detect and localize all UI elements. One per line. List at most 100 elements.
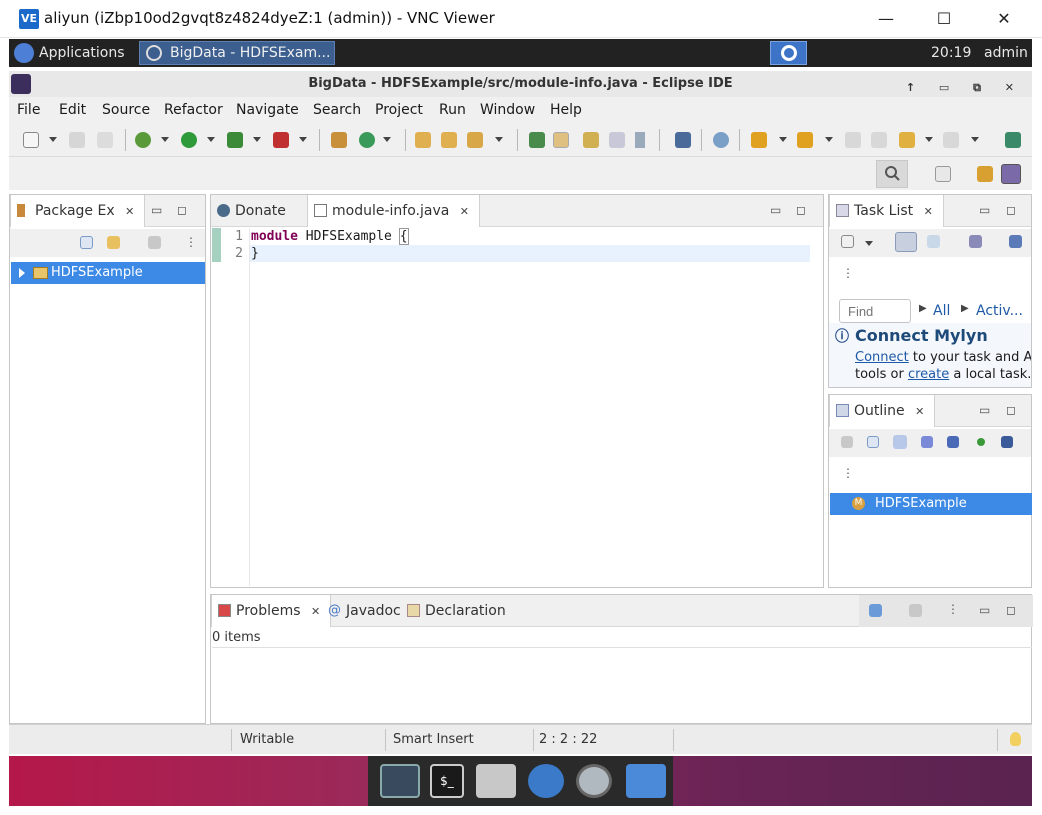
home-folder-icon[interactable]	[476, 764, 516, 798]
maximize-icon[interactable]: ◻	[1006, 603, 1016, 617]
collapse-all-icon[interactable]	[867, 436, 879, 448]
activate-task-link[interactable]: Activ...	[976, 303, 1023, 319]
vnc-minimize-button[interactable]: —	[866, 6, 906, 32]
maximize-icon[interactable]: ◻	[1006, 403, 1016, 417]
sort-icon[interactable]	[893, 435, 907, 449]
maximize-icon[interactable]: ◻	[796, 203, 806, 217]
save-icon[interactable]	[69, 132, 85, 148]
open-type-icon[interactable]	[415, 132, 431, 148]
tab-javadoc[interactable]: @ Javadoc	[322, 595, 411, 627]
project-tree-item[interactable]: HDFSExample	[11, 262, 205, 284]
java-perspective-icon[interactable]	[1001, 164, 1021, 184]
menu-help[interactable]: Help	[550, 102, 582, 118]
new-task-icon[interactable]	[841, 235, 854, 248]
tab-outline[interactable]: Outline ✕	[829, 395, 936, 428]
external-tools-icon[interactable]	[273, 132, 289, 148]
hide-static-icon[interactable]	[947, 436, 959, 448]
back-dropdown-icon[interactable]	[925, 137, 933, 142]
search-tool-icon[interactable]	[467, 132, 483, 148]
close-icon[interactable]: ✕	[125, 196, 134, 228]
terminal-icon[interactable]: $_	[430, 764, 464, 798]
taskbar-eclipse-button[interactable]: BigData - HDFSExam...	[139, 41, 335, 65]
prev-annotation-dropdown-icon[interactable]	[825, 137, 833, 142]
menu-source[interactable]: Source	[102, 102, 150, 118]
terminal-icon[interactable]	[675, 132, 691, 148]
applications-menu-button[interactable]: Applications	[9, 39, 139, 67]
debug-dropdown-icon[interactable]	[161, 137, 169, 142]
hide-non-public-icon[interactable]	[977, 438, 985, 446]
external-tools-dropdown-icon[interactable]	[299, 137, 307, 142]
run-icon[interactable]	[181, 132, 197, 148]
menu-edit[interactable]: Edit	[59, 102, 86, 118]
categorized-icon[interactable]	[895, 232, 917, 252]
menu-search[interactable]: Search	[313, 102, 361, 118]
scheduled-icon[interactable]	[927, 235, 940, 248]
focus-icon[interactable]	[969, 235, 982, 248]
tab-problems[interactable]: Problems ✕	[211, 595, 332, 627]
app-finder-icon[interactable]	[576, 764, 612, 798]
menu-navigate[interactable]: Navigate	[236, 102, 299, 118]
filter-icon[interactable]	[841, 436, 853, 448]
filter-icon[interactable]	[148, 236, 161, 249]
view-menu-icon[interactable]: ⋮	[185, 235, 197, 249]
search-dropdown-icon[interactable]	[495, 137, 503, 142]
forward-edit-icon[interactable]	[871, 132, 887, 148]
code-text[interactable]: }	[251, 245, 259, 262]
outline-item[interactable]: M HDFSExample	[830, 493, 1032, 515]
minimize-icon[interactable]: ▭	[979, 403, 990, 417]
minimize-icon[interactable]: ▭	[979, 203, 990, 217]
close-icon[interactable]: ✕	[915, 396, 924, 428]
tab-declaration[interactable]: Declaration	[401, 595, 516, 627]
open-perspective-icon[interactable]	[935, 166, 951, 182]
open-resource-icon[interactable]	[441, 132, 457, 148]
maximize-icon[interactable]: ◻	[1006, 203, 1016, 217]
tip-bulb-icon[interactable]	[1010, 732, 1021, 746]
menu-refactor[interactable]: Refactor	[164, 102, 223, 118]
close-icon[interactable]: ✕	[460, 196, 469, 228]
debug-icon[interactable]	[135, 132, 151, 148]
new-task-dropdown-icon[interactable]	[865, 241, 873, 246]
show-desktop-icon[interactable]	[380, 764, 420, 798]
all-tasks-link[interactable]: All	[933, 303, 950, 319]
code-line[interactable]: 2 }	[211, 245, 811, 262]
new-java-class-icon[interactable]	[359, 132, 375, 148]
panel-clock[interactable]: 20:19	[931, 39, 971, 67]
filter-icon[interactable]	[869, 604, 882, 617]
view-menu-icon[interactable]: ⋮	[842, 466, 854, 480]
minimize-icon[interactable]: ▭	[151, 203, 162, 217]
forward-dropdown-icon[interactable]	[971, 137, 979, 142]
create-link[interactable]: create	[908, 367, 949, 382]
new-dropdown-icon[interactable]	[49, 137, 57, 142]
code-line[interactable]: 1 module HDFSExample {	[211, 228, 811, 245]
menu-window[interactable]: Window	[480, 102, 535, 118]
toggle-mark-icon[interactable]	[583, 132, 599, 148]
new-icon[interactable]	[23, 132, 39, 148]
menu-run[interactable]: Run	[439, 102, 466, 118]
link-icon[interactable]	[713, 132, 729, 148]
save-all-icon[interactable]	[97, 132, 113, 148]
menu-project[interactable]: Project	[375, 102, 423, 118]
minimize-icon[interactable]: ▭	[770, 203, 781, 217]
previous-annotation-icon[interactable]	[797, 132, 813, 148]
vnc-close-button[interactable]: ✕	[984, 6, 1024, 32]
new-class-dropdown-icon[interactable]	[383, 137, 391, 142]
next-annotation-dropdown-icon[interactable]	[779, 137, 787, 142]
open-perspective-toolbar-icon[interactable]	[1005, 132, 1021, 148]
tab-package-explorer[interactable]: Package Ex ✕	[10, 195, 146, 228]
hide-local-types-icon[interactable]	[1001, 436, 1013, 448]
tab-module-info[interactable]: module-info.java ✕	[307, 195, 480, 227]
status-cursor-position[interactable]: 2 : 2 : 22	[539, 732, 597, 747]
tab-donate[interactable]: Donate	[211, 195, 296, 227]
maximize-icon[interactable]: ◻	[177, 203, 187, 217]
view-menu-icon[interactable]: ⋮	[947, 602, 959, 616]
run-dropdown-icon[interactable]	[207, 137, 215, 142]
last-edit-icon[interactable]	[845, 132, 861, 148]
next-annotation-icon[interactable]	[751, 132, 767, 148]
coverage-icon[interactable]	[227, 132, 243, 148]
file-manager-icon[interactable]	[626, 764, 666, 798]
configure-icon[interactable]	[909, 604, 922, 617]
collapse-all-icon[interactable]	[80, 236, 93, 249]
link-with-editor-icon[interactable]	[107, 236, 120, 249]
panel-user[interactable]: admin	[984, 39, 1028, 67]
expand-arrow-icon[interactable]	[19, 268, 25, 278]
